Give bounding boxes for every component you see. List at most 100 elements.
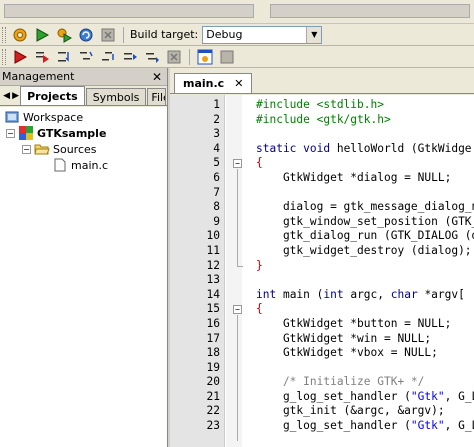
rebuild-icon[interactable]: [77, 26, 95, 44]
code-line[interactable]: 5 {−: [170, 156, 474, 171]
code-line[interactable]: 14 int main (int argc, char *argv[: [170, 288, 474, 303]
code-line[interactable]: 19: [170, 361, 474, 376]
code-token: g_log_set_handler (: [256, 419, 411, 433]
code-line[interactable]: 23 g_log_set_handler ("Gtk", G_L: [170, 419, 474, 434]
build-run-icon[interactable]: [55, 26, 73, 44]
code-line[interactable]: 3: [170, 127, 474, 142]
code-line[interactable]: 18 GtkWidget *vbox = NULL;: [170, 346, 474, 361]
tree-node-project[interactable]: − GTKsample: [6, 125, 106, 141]
code-line[interactable]: 20 /* Initialize GTK+ */: [170, 375, 474, 390]
code-line[interactable]: 17 GtkWidget *win = NULL;: [170, 332, 474, 347]
fold-toggle-icon[interactable]: −: [233, 305, 242, 315]
line-number: 14: [206, 287, 220, 301]
code-line[interactable]: 9 gtk_window_set_position (GTK_: [170, 215, 474, 230]
toolbar-grip[interactable]: [2, 26, 6, 43]
code-line[interactable]: 8 dialog = gtk_message_dialog_n: [170, 200, 474, 215]
code-token: /* Initialize GTK+ */: [256, 375, 425, 389]
code-token: int: [323, 287, 351, 301]
code-line[interactable]: 6 GtkWidget *dialog = NULL;: [170, 171, 474, 186]
code-text: }: [256, 259, 263, 272]
line-number: 9: [213, 214, 220, 228]
code-line[interactable]: 12}: [170, 259, 474, 274]
project-label: GTKsample: [37, 126, 107, 140]
abort-icon[interactable]: [99, 26, 117, 44]
code-text: #include <stdlib.h>: [256, 98, 384, 111]
code-line[interactable]: 13: [170, 273, 474, 288]
run-to-cursor-icon[interactable]: [33, 48, 51, 66]
code-line[interactable]: 21 g_log_set_handler ("Gtk", G_L: [170, 390, 474, 405]
code-line[interactable]: 2 #include <gtk/gtk.h>: [170, 113, 474, 128]
code-line[interactable]: 16 GtkWidget *button = NULL;: [170, 317, 474, 332]
collapse-icon[interactable]: −: [6, 128, 15, 138]
various-info-icon[interactable]: [218, 48, 236, 66]
debug-icon[interactable]: [11, 48, 29, 66]
run-icon[interactable]: [33, 26, 51, 44]
chevron-left-icon[interactable]: ◀: [2, 91, 11, 101]
code-token: static void: [256, 141, 337, 155]
next-instruction-icon[interactable]: [121, 48, 139, 66]
code-line[interactable]: 11 gtk_widget_destroy (dialog);: [170, 244, 474, 259]
next-line-icon[interactable]: [55, 48, 73, 66]
code-line[interactable]: 22 gtk_init (&argc, &argv);: [170, 404, 474, 419]
gear-icon[interactable]: [11, 26, 29, 44]
line-number: 20: [206, 375, 220, 389]
tree-node-workspace[interactable]: Workspace: [4, 109, 83, 125]
source-file-icon: [52, 158, 68, 172]
code-text: GtkWidget *button = NULL;: [256, 317, 451, 330]
tab-files[interactable]: File: [147, 88, 166, 105]
code-token: "Gtk": [410, 389, 445, 403]
fold-end-marker: [237, 265, 243, 267]
code-text: GtkWidget *vbox = NULL;: [256, 346, 438, 359]
code-line[interactable]: 7: [170, 186, 474, 201]
code-text: GtkWidget *win = NULL;: [256, 332, 431, 345]
code-token: GtkWidget *win = NULL;: [256, 331, 432, 345]
tree-node-sources[interactable]: − Sources: [22, 141, 97, 157]
project-icon: [18, 126, 34, 140]
code-editor[interactable]: 1 #include <stdlib.h> 2 #include <gtk/gtk.h…: [170, 95, 474, 447]
build-target-value: Debug: [206, 28, 243, 41]
debug-windows-icon[interactable]: [196, 48, 214, 66]
chevron-right-icon[interactable]: ▶: [11, 91, 20, 101]
code-lines: 1 #include <stdlib.h> 2 #include <gtk/gtk.h…: [170, 98, 474, 441]
code-line[interactable]: 15 {−: [170, 302, 474, 317]
tab-symbols[interactable]: Symbols: [85, 88, 147, 105]
code-text: gtk_dialog_run (GTK_DIALOG (d: [256, 229, 474, 242]
fold-toggle-icon[interactable]: −: [233, 159, 242, 169]
top-toolbar-control[interactable]: [4, 4, 254, 18]
step-instruction-icon[interactable]: [143, 48, 161, 66]
chevron-down-icon[interactable]: ▼: [306, 26, 322, 43]
code-text: /* Initialize GTK+ */: [256, 375, 424, 388]
build-target-select[interactable]: Debug ▼: [202, 25, 323, 44]
step-out-icon[interactable]: [99, 48, 117, 66]
management-title-bar: Management ✕: [0, 68, 167, 86]
code-token: , G_L: [444, 389, 474, 403]
top-toolbar-control-2[interactable]: [270, 4, 470, 18]
code-token: GtkWidget *button = NULL;: [256, 316, 452, 330]
toolbar-grip[interactable]: [2, 48, 6, 65]
collapse-icon[interactable]: −: [22, 144, 31, 154]
code-text: gtk_init (&argc, &argv);: [256, 404, 445, 417]
line-number: 19: [206, 360, 220, 374]
line-number: 3: [213, 127, 220, 141]
code-token: gtk_init (&argc, &argv);: [256, 404, 445, 418]
management-panel: Management ✕ ◀ ▶ Projects Symbols File W…: [0, 68, 168, 447]
code-token: }: [256, 258, 263, 272]
close-tab-icon[interactable]: ✕: [234, 77, 243, 90]
code-line[interactable]: 1 #include <stdlib.h>: [170, 98, 474, 113]
code-token: #include <gtk/gtk.h>: [256, 112, 391, 126]
line-number: 11: [206, 243, 220, 257]
tab-main-c[interactable]: main.c ✕: [174, 73, 253, 93]
tree-node-file[interactable]: main.c: [52, 157, 108, 173]
code-token: *argv[: [424, 287, 465, 301]
code-token: gtk_window_set_position (GTK_: [256, 214, 474, 228]
line-number: 12: [206, 258, 220, 272]
fold-guide: [237, 315, 238, 441]
code-line[interactable]: 4 static void helloWorld (GtkWidge: [170, 142, 474, 157]
close-icon[interactable]: ✕: [150, 70, 164, 84]
code-line[interactable]: 10 gtk_dialog_run (GTK_DIALOG (d: [170, 229, 474, 244]
management-tabs: ◀ ▶ Projects Symbols File: [0, 86, 167, 106]
tab-projects[interactable]: Projects: [20, 86, 85, 105]
step-into-icon[interactable]: [77, 48, 95, 66]
line-number: 10: [206, 229, 220, 243]
stop-debugger-icon[interactable]: [165, 48, 183, 66]
